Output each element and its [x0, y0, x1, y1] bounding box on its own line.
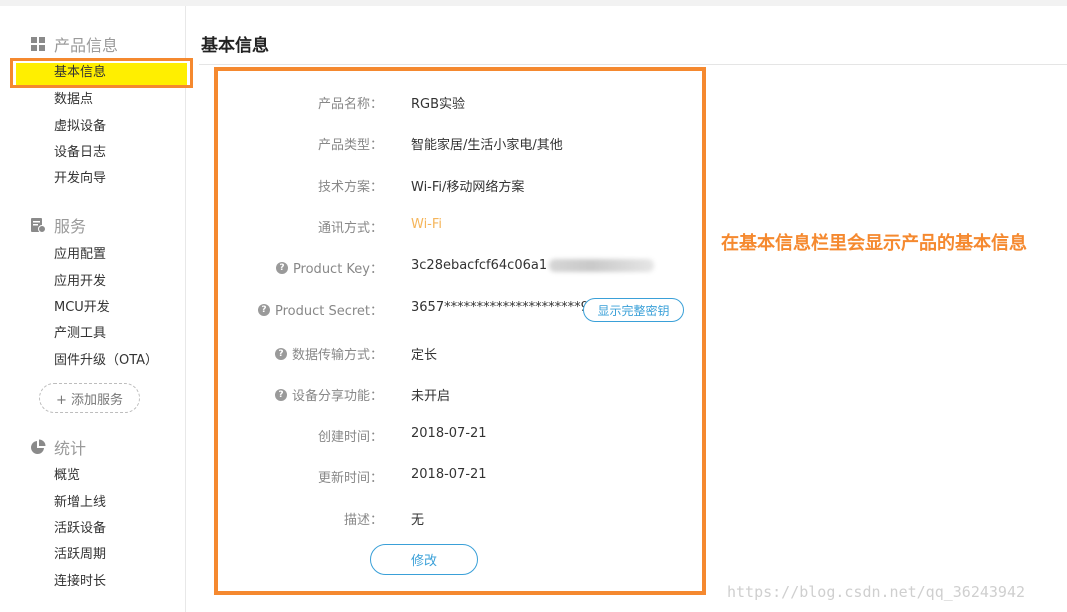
question-circle-icon[interactable]: ? [274, 388, 287, 401]
watermark: https://blog.csdn.net/qq_36243942 [727, 583, 1026, 601]
page-title: 基本信息 [201, 36, 269, 56]
field-label-text: Product Key： [292, 262, 383, 277]
sidebar-section-label: 服务 [54, 217, 87, 236]
question-circle-icon[interactable]: ? [274, 347, 287, 360]
field-label-product-secret: ? Product Secret： [257, 300, 383, 319]
field-value-product-name: RGB实验 [411, 97, 466, 112]
redacted-blur [549, 259, 655, 272]
sidebar-item-virtual-device[interactable]: 虚拟设备 [54, 118, 106, 136]
sidebar-section-label: 产品信息 [54, 36, 119, 55]
field-label-text: 数据传输方式： [291, 348, 383, 363]
field-value-updated-time: 2018-07-21 [411, 467, 487, 482]
field-label-description: 描述： [343, 513, 383, 528]
sidebar-section-stats[interactable]: 统计 [30, 436, 86, 458]
field-label-product-type: 产品类型： [317, 138, 383, 153]
sidebar-item-connect-duration[interactable]: 连接时长 [54, 573, 106, 591]
grid-icon [30, 36, 46, 52]
pie-chart-icon [30, 439, 46, 455]
sidebar-item-datapoints[interactable]: 数据点 [54, 91, 93, 109]
sidebar-item-overview[interactable]: 概览 [54, 467, 80, 485]
edit-button[interactable]: 修改 [370, 544, 478, 575]
field-label-updated-time: 更新时间： [317, 471, 383, 486]
field-value-comm-method: Wi-Fi [411, 217, 443, 232]
field-label-comm-method: 通讯方式： [317, 221, 383, 236]
sidebar-item-label: 基本信息 [54, 65, 107, 80]
sidebar-item-app-dev[interactable]: 应用开发 [54, 273, 106, 291]
sidebar-item-active-devices[interactable]: 活跃设备 [54, 520, 106, 538]
field-label-tech-solution: 技术方案： [317, 180, 383, 195]
field-value-device-sharing: 未开启 [411, 389, 451, 404]
field-label-data-transfer: ? 数据传输方式： [274, 344, 383, 363]
field-value-description: 无 [411, 513, 425, 528]
field-value-created-time: 2018-07-21 [411, 426, 487, 441]
question-circle-icon[interactable]: ? [257, 303, 270, 316]
field-value-tech-solution: Wi-Fi/移动网络方案 [411, 180, 525, 195]
question-circle-icon[interactable]: ? [275, 261, 288, 274]
sidebar-item-firmware-ota[interactable]: 固件升级（OTA） [54, 352, 158, 370]
field-label-product-name: 产品名称： [317, 97, 383, 112]
sidebar-item-mcu-dev[interactable]: MCU开发 [54, 299, 110, 317]
add-service-button[interactable]: + 添加服务 [39, 383, 140, 413]
field-value-data-transfer: 定长 [411, 348, 438, 363]
service-icon [30, 217, 46, 233]
product-key-text: 3c28ebacfcf64c06a1 [411, 258, 548, 273]
field-label-device-sharing: ? 设备分享功能： [274, 385, 383, 404]
show-full-secret-button[interactable]: 显示完整密钥 [583, 298, 684, 322]
field-label-product-key: ? Product Key： [275, 258, 383, 277]
sidebar-item-active-period[interactable]: 活跃周期 [54, 546, 106, 564]
divider [199, 64, 1067, 65]
sidebar-item-new-online[interactable]: 新增上线 [54, 494, 106, 512]
sidebar-section-label: 统计 [54, 439, 87, 458]
field-value-product-type: 智能家居/生活小家电/其他 [411, 138, 563, 153]
sidebar-item-device-log[interactable]: 设备日志 [54, 144, 106, 162]
field-label-text: Product Secret： [274, 304, 383, 319]
sidebar-item-dev-guide[interactable]: 开发向导 [54, 170, 106, 188]
sidebar-item-app-config[interactable]: 应用配置 [54, 246, 106, 264]
field-label-text: 设备分享功能： [291, 389, 383, 404]
annotation-text: 在基本信息栏里会显示产品的基本信息 [721, 233, 1027, 254]
sidebar-item-test-tool[interactable]: 产测工具 [54, 325, 106, 343]
sidebar-section-services[interactable]: 服务 [30, 214, 86, 236]
field-value-product-key: 3c28ebacfcf64c06a1 [411, 258, 655, 273]
sidebar-item-basic-info[interactable]: 基本信息 [10, 58, 193, 88]
sidebar-section-product[interactable]: 产品信息 [30, 33, 118, 55]
field-label-created-time: 创建时间： [317, 430, 383, 445]
